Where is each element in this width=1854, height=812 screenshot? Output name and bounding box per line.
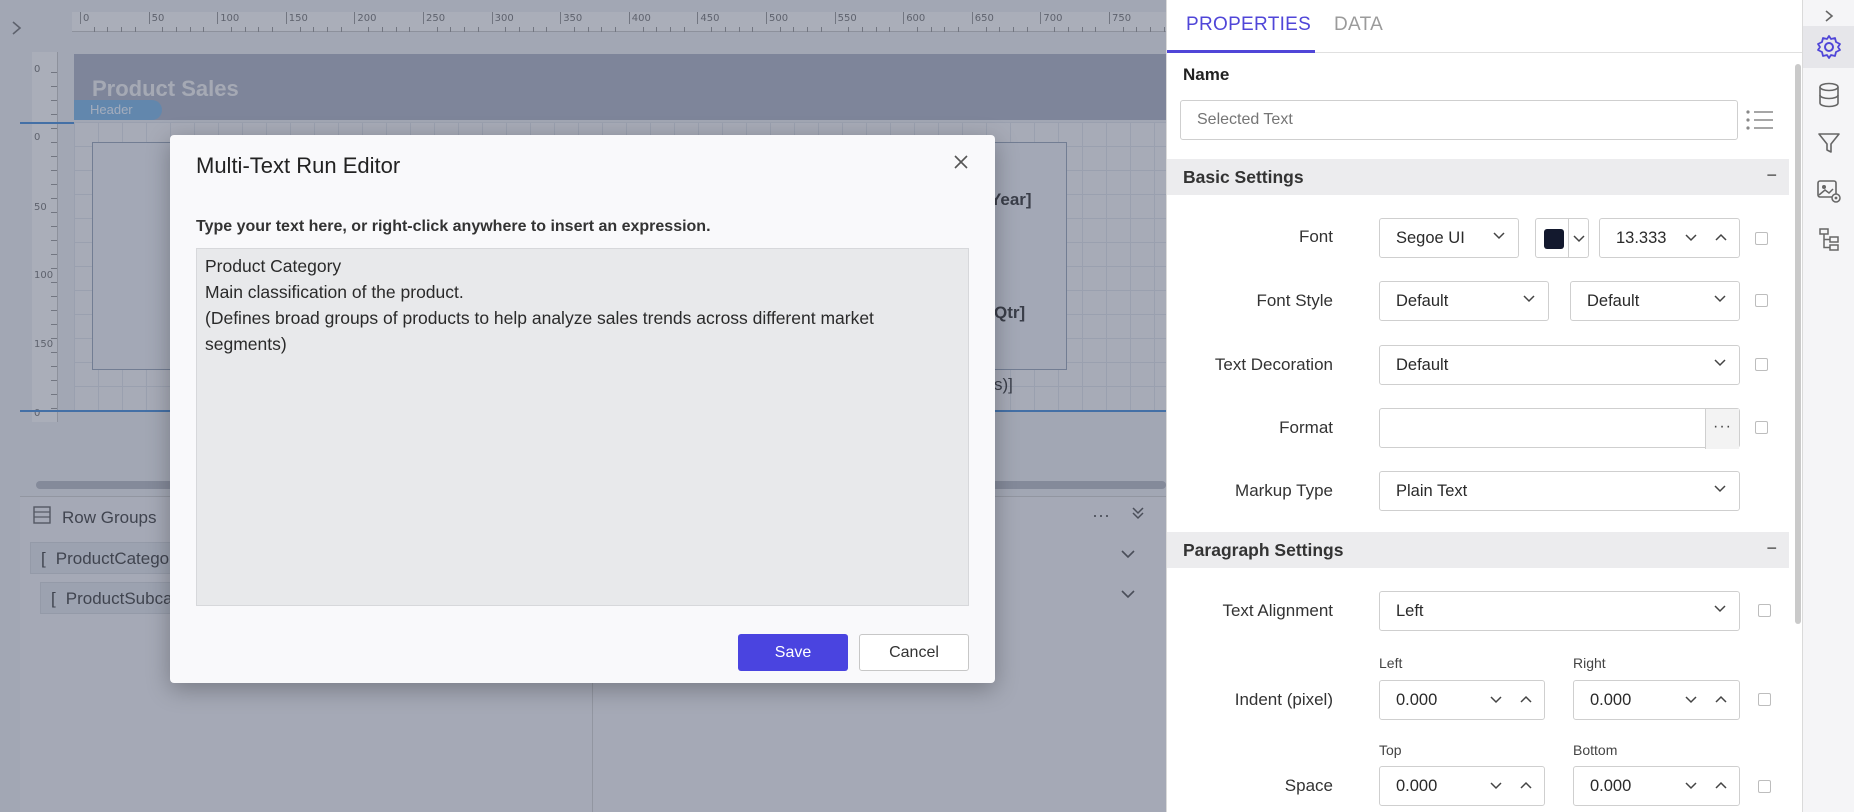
indent-right-label: Right	[1573, 655, 1606, 671]
filter-icon[interactable]	[1813, 127, 1845, 159]
text-decoration-checkbox[interactable]	[1755, 358, 1768, 371]
text-alignment-dropdown[interactable]: Left	[1379, 591, 1740, 631]
chevron-up-icon[interactable]	[1713, 777, 1729, 793]
text-editor-area[interactable]: Product Category Main classification of …	[196, 248, 969, 606]
format-label: Format	[1279, 418, 1333, 437]
editor-hint: Type your text here, or right-click anyw…	[196, 218, 711, 235]
basic-settings-section[interactable]: Basic Settings −	[1167, 159, 1789, 195]
chevron-up-icon[interactable]	[1518, 777, 1534, 793]
space-bottom-label: Bottom	[1573, 742, 1618, 758]
text-decoration-value: Default	[1396, 356, 1449, 374]
active-tab-indicator	[1167, 50, 1315, 53]
space-top-label: Top	[1379, 742, 1402, 758]
chevron-down-icon	[1713, 355, 1727, 369]
name-label: Name	[1183, 65, 1230, 84]
format-input[interactable]: ···	[1379, 408, 1740, 449]
cancel-button[interactable]: Cancel	[859, 634, 969, 671]
indent-checkbox[interactable]	[1758, 693, 1771, 706]
properties-scrollbar[interactable]	[1795, 64, 1801, 624]
markup-type-label: Markup Type	[1235, 481, 1333, 500]
swatch-separator	[1568, 219, 1569, 257]
font-family-dropdown[interactable]: Segoe UI	[1379, 218, 1519, 258]
paragraph-settings-section[interactable]: Paragraph Settings −	[1167, 532, 1789, 568]
editor-line: Product Category	[205, 256, 342, 276]
database-icon[interactable]	[1813, 79, 1845, 111]
space-label: Space	[1284, 776, 1333, 795]
font-style-value: Default	[1396, 292, 1449, 310]
chevron-down-icon[interactable]	[1488, 777, 1504, 793]
font-color-picker[interactable]	[1535, 218, 1589, 258]
space-checbox[interactable]	[1758, 780, 1771, 793]
chevron-down-icon[interactable]	[1683, 691, 1699, 707]
font-family-value: Segoe UI	[1396, 229, 1465, 247]
font-size-value: 13.333	[1616, 229, 1667, 247]
space-top-value: 0.000	[1396, 777, 1438, 795]
indent-right-stepper[interactable]: 0.000	[1573, 680, 1740, 720]
list-icon[interactable]	[1745, 108, 1775, 132]
indent-left-stepper[interactable]: 0.000	[1379, 680, 1545, 720]
format-checkbox[interactable]	[1755, 421, 1768, 434]
chevron-down-icon	[1492, 228, 1506, 242]
chevron-up-icon[interactable]	[1713, 229, 1729, 245]
indent-right-value: 0.000	[1590, 691, 1632, 709]
text-alignment-label: Text Alignment	[1222, 601, 1333, 620]
chevron-down-icon	[1713, 601, 1727, 615]
properties-panel: PROPERTIES DATA Name Basic Settings − Fo…	[1166, 0, 1802, 812]
text-alignment-checkbox[interactable]	[1758, 604, 1771, 617]
chevron-down-icon	[1572, 231, 1586, 250]
collapse-icon[interactable]: −	[1766, 165, 1777, 186]
space-bottom-value: 0.000	[1590, 777, 1632, 795]
close-icon[interactable]	[947, 149, 975, 177]
chevron-up-icon[interactable]	[1713, 691, 1729, 707]
markup-type-dropdown[interactable]: Plain Text	[1379, 471, 1740, 511]
font-style-dropdown[interactable]: Default	[1379, 281, 1549, 321]
font-label: Font	[1298, 227, 1333, 246]
format-more-button[interactable]: ···	[1705, 409, 1739, 449]
text-alignment-value: Left	[1396, 602, 1424, 620]
font-weight-dropdown[interactable]: Default	[1570, 281, 1740, 321]
right-icon-bar	[1802, 0, 1854, 812]
report-designer-canvas: 0 50 100 150 200 250 300 350 400 450 500 550 600 650 7…	[0, 0, 1166, 812]
tab-properties[interactable]: PROPERTIES	[1186, 14, 1311, 36]
font-style-label: Font Style	[1256, 291, 1333, 310]
editor-line: Main classification of the product.	[205, 282, 464, 302]
multi-text-run-editor-dialog: Multi-Text Run Editor Type your text her…	[170, 135, 995, 683]
image-settings-icon[interactable]	[1813, 175, 1845, 207]
chevron-up-icon[interactable]	[1518, 691, 1534, 707]
tree-icon[interactable]	[1813, 223, 1845, 255]
chevron-down-icon	[1713, 481, 1727, 495]
dialog-title: Multi-Text Run Editor	[196, 153, 401, 178]
section-title: Paragraph Settings	[1183, 540, 1344, 560]
text-decoration-label: Text Decoration	[1214, 355, 1333, 374]
chevron-down-icon[interactable]	[1488, 691, 1504, 707]
indent-label: Indent (pixel)	[1234, 690, 1333, 709]
chevron-down-icon[interactable]	[1683, 777, 1699, 793]
tab-data[interactable]: DATA	[1334, 14, 1383, 36]
chevron-down-icon	[1522, 291, 1536, 305]
font-weight-value: Default	[1587, 292, 1640, 310]
color-swatch-box	[1544, 229, 1564, 249]
space-top-stepper[interactable]: 0.000	[1379, 766, 1545, 806]
editor-line: (Defines broad groups of products to hel…	[205, 308, 874, 354]
indent-left-label: Left	[1379, 655, 1403, 671]
text-decoration-dropdown[interactable]: Default	[1379, 345, 1740, 385]
font-checkbox[interactable]	[1755, 232, 1768, 245]
name-input[interactable]	[1180, 100, 1738, 140]
font-style-checkbox[interactable]	[1755, 294, 1768, 307]
font-size-stepper[interactable]: 13.333	[1599, 218, 1740, 258]
settings-icon[interactable]	[1813, 31, 1845, 63]
chevron-down-icon	[1713, 291, 1727, 305]
indent-left-value: 0.000	[1396, 691, 1438, 709]
panel-tabs: PROPERTIES DATA	[1167, 0, 1802, 53]
collapse-icon[interactable]: −	[1766, 538, 1777, 559]
space-bottom-stepper[interactable]: 0.000	[1573, 766, 1740, 806]
markup-type-value: Plain Text	[1396, 482, 1468, 500]
chevron-down-icon[interactable]	[1683, 229, 1699, 245]
section-title: Basic Settings	[1183, 167, 1304, 187]
save-button[interactable]: Save	[738, 634, 848, 671]
